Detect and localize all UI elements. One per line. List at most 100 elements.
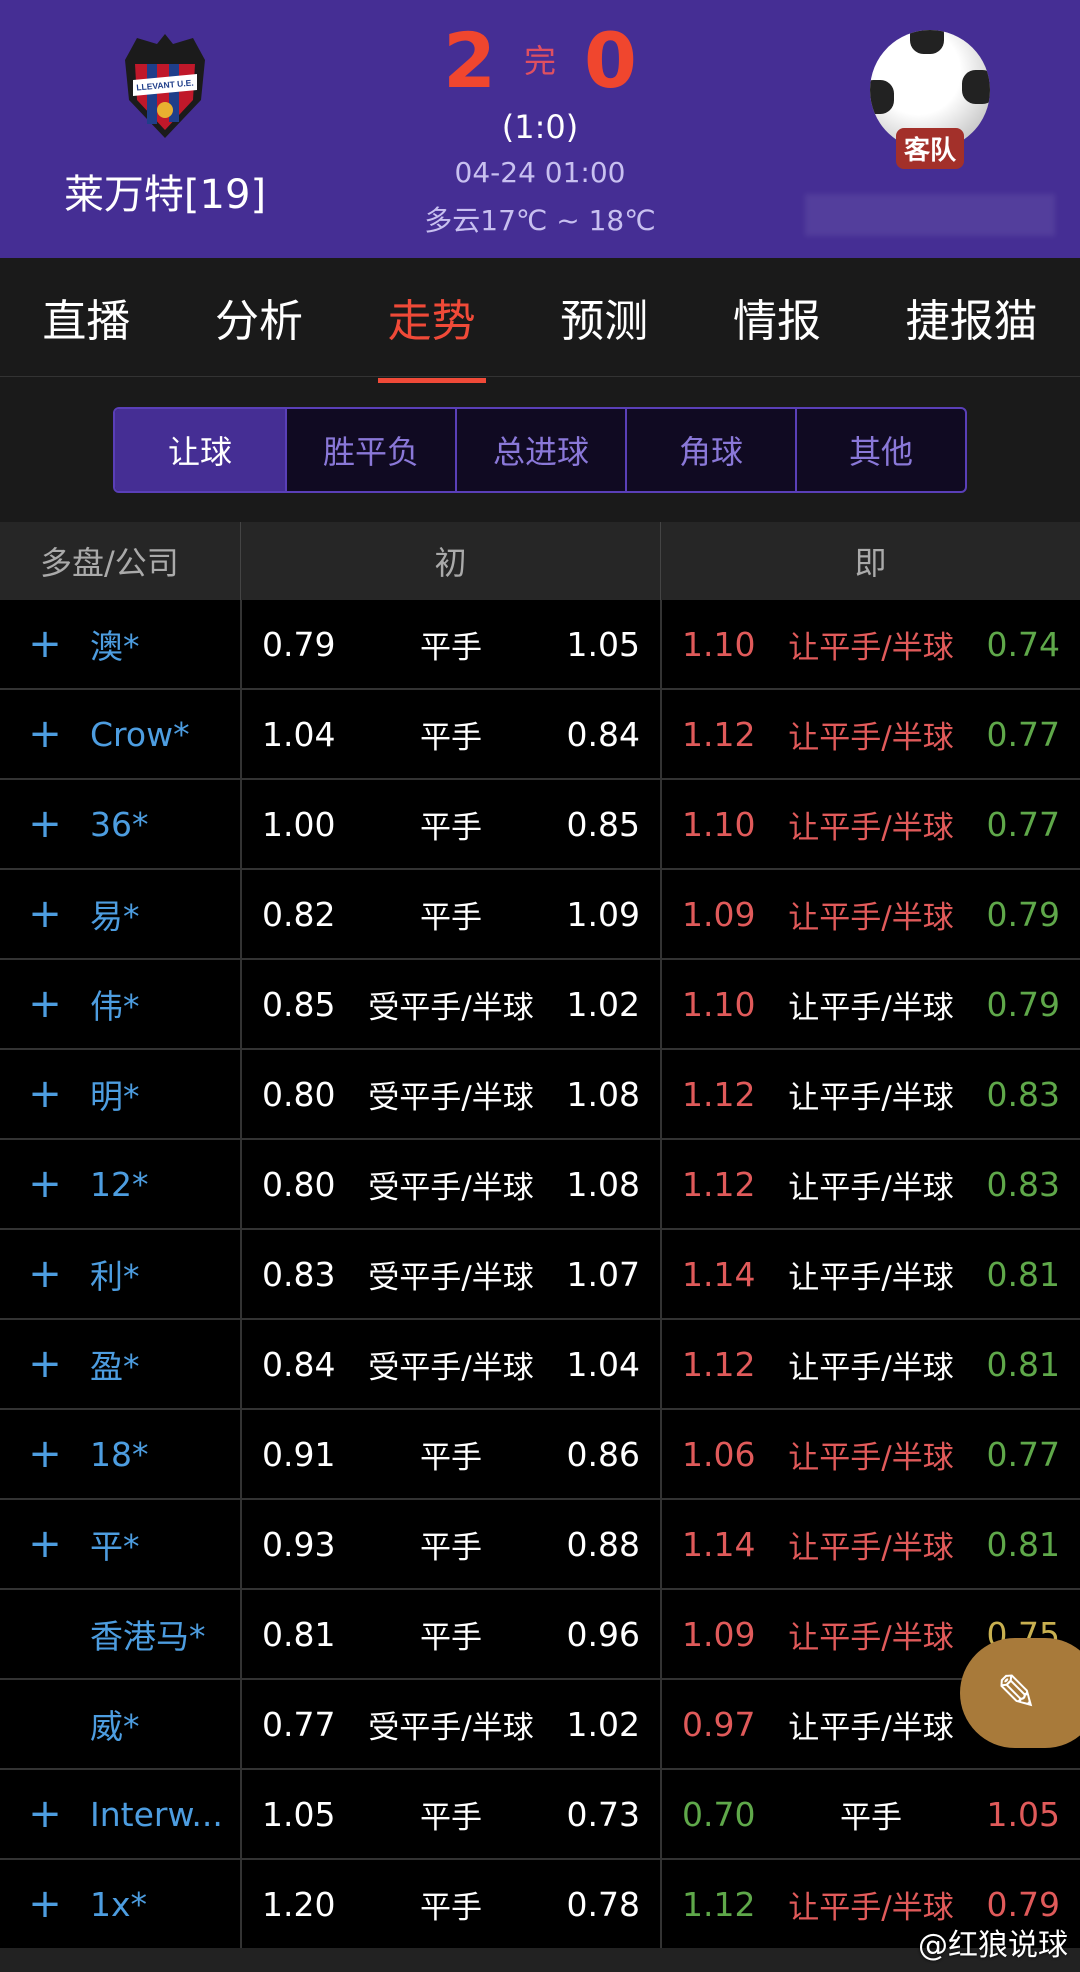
table-row[interactable]: + 平* 0.93 平手 0.88 1.14 让平手/半球 0.81 xyxy=(0,1500,1080,1590)
live-odds: 1.12 让平手/半球 0.83 xyxy=(660,1050,1080,1138)
expand-plus-icon[interactable]: + xyxy=(0,801,90,847)
company-name[interactable]: 伟* xyxy=(90,980,140,1028)
segment-handicap[interactable]: 让球 xyxy=(115,408,285,491)
company-name[interactable]: 36* xyxy=(90,805,149,844)
segment-total-goals[interactable]: 总进球 xyxy=(455,408,625,491)
live-odds: 1.14 让平手/半球 0.81 xyxy=(660,1500,1080,1588)
segment-corners[interactable]: 角球 xyxy=(625,408,795,491)
company-name[interactable]: 易* xyxy=(90,890,140,938)
table-row[interactable]: + 盈* 0.84 受平手/半球 1.04 1.12 让平手/半球 0.81 xyxy=(0,1320,1080,1410)
tab-trend[interactable]: 走势 xyxy=(377,285,486,383)
tab-prediction[interactable]: 预测 xyxy=(550,285,658,349)
live-handicap: 让平手/半球 xyxy=(788,1619,954,1656)
company-name[interactable]: 利* xyxy=(90,1250,140,1298)
expand-plus-icon[interactable]: + xyxy=(0,1521,90,1567)
tab-live[interactable]: 直播 xyxy=(32,285,140,349)
expand-plus-icon[interactable]: + xyxy=(0,621,90,667)
initial-handicap: 平手 xyxy=(420,719,482,756)
company-name[interactable]: Interw... xyxy=(90,1795,223,1834)
header-initial: 初 xyxy=(240,522,660,600)
away-score: 0 xyxy=(584,16,637,105)
expand-plus-icon[interactable]: + xyxy=(0,1071,90,1117)
live-home: 1.12 xyxy=(682,1344,756,1384)
live-odds: 1.12 让平手/半球 0.83 xyxy=(660,1140,1080,1228)
live-away: 0.74 xyxy=(986,624,1060,664)
company-name[interactable]: 12* xyxy=(90,1165,149,1204)
table-row[interactable]: 威* 0.77 受平手/半球 1.02 0.97 让平手/半球 0.68 xyxy=(0,1680,1080,1770)
live-odds: 0.70 平手 1.05 xyxy=(660,1770,1080,1858)
initial-handicap: 平手 xyxy=(420,1439,482,1476)
initial-handicap: 受平手/半球 xyxy=(368,1709,534,1746)
expand-plus-icon[interactable]: + xyxy=(0,981,90,1027)
company-cell: + 利* xyxy=(0,1230,240,1318)
table-row[interactable]: + 36* 1.00 平手 0.85 1.10 让平手/半球 0.77 xyxy=(0,780,1080,870)
company-name[interactable]: 1x* xyxy=(90,1885,147,1924)
expand-plus-icon[interactable]: + xyxy=(0,1881,90,1927)
live-away: 0.81 xyxy=(986,1344,1060,1384)
company-name[interactable]: 平* xyxy=(90,1520,140,1568)
live-home: 1.09 xyxy=(682,1614,756,1654)
initial-away: 1.08 xyxy=(566,1074,640,1114)
initial-away: 1.04 xyxy=(566,1344,640,1384)
tab-intel[interactable]: 情报 xyxy=(723,285,831,349)
live-home: 1.12 xyxy=(682,1074,756,1114)
live-home: 1.14 xyxy=(682,1254,756,1294)
table-row[interactable]: + 18* 0.91 平手 0.86 1.06 让平手/半球 0.77 xyxy=(0,1410,1080,1500)
tab-analysis[interactable]: 分析 xyxy=(205,285,313,349)
expand-plus-icon[interactable]: + xyxy=(0,1251,90,1297)
segment-other[interactable]: 其他 xyxy=(795,408,965,491)
expand-plus-icon[interactable]: + xyxy=(0,1341,90,1387)
live-away: 0.79 xyxy=(986,1884,1060,1924)
table-row[interactable]: + 利* 0.83 受平手/半球 1.07 1.14 让平手/半球 0.81 xyxy=(0,1230,1080,1320)
away-team-name-blurred xyxy=(805,194,1055,236)
header-live: 即 xyxy=(660,522,1080,600)
initial-odds: 0.91 平手 0.86 xyxy=(240,1410,660,1498)
initial-handicap: 平手 xyxy=(420,1889,482,1926)
table-row[interactable]: + Crow* 1.04 平手 0.84 1.12 让平手/半球 0.77 xyxy=(0,690,1080,780)
initial-odds: 0.85 受平手/半球 1.02 xyxy=(240,960,660,1048)
company-cell: + 18* xyxy=(0,1410,240,1498)
table-row[interactable]: + 易* 0.82 平手 1.09 1.09 让平手/半球 0.79 xyxy=(0,870,1080,960)
expand-plus-icon[interactable]: + xyxy=(0,1791,90,1837)
initial-handicap: 平手 xyxy=(420,1529,482,1566)
initial-home: 0.81 xyxy=(262,1614,336,1654)
live-odds: 1.12 让平手/半球 0.77 xyxy=(660,690,1080,778)
company-name[interactable]: 18* xyxy=(90,1435,149,1474)
live-handicap: 让平手/半球 xyxy=(788,809,954,846)
company-cell: + Crow* xyxy=(0,690,240,778)
initial-handicap: 受平手/半球 xyxy=(368,1349,534,1386)
initial-handicap: 受平手/半球 xyxy=(368,1079,534,1116)
initial-away: 0.78 xyxy=(566,1884,640,1924)
table-row[interactable]: + Interw... 1.05 平手 0.73 0.70 平手 1.05 xyxy=(0,1770,1080,1860)
company-cell: + 明* xyxy=(0,1050,240,1138)
company-cell: 威* xyxy=(0,1680,240,1768)
live-home: 0.70 xyxy=(682,1794,756,1834)
company-name[interactable]: 香港马* xyxy=(90,1610,206,1658)
tab-jiebaomao[interactable]: 捷报猫 xyxy=(896,285,1048,349)
company-name[interactable]: 明* xyxy=(90,1070,140,1118)
notes-button[interactable]: ✎ xyxy=(960,1638,1080,1748)
table-row[interactable]: 香港马* 0.81 平手 0.96 1.09 让平手/半球 0.75 xyxy=(0,1590,1080,1680)
table-row[interactable]: + 明* 0.80 受平手/半球 1.08 1.12 让平手/半球 0.83 xyxy=(0,1050,1080,1140)
company-name[interactable]: 澳* xyxy=(90,620,140,668)
table-row[interactable]: + 伟* 0.85 受平手/半球 1.02 1.10 让平手/半球 0.79 xyxy=(0,960,1080,1050)
company-name[interactable]: Crow* xyxy=(90,715,190,754)
initial-away: 1.05 xyxy=(566,624,640,664)
expand-plus-icon[interactable]: + xyxy=(0,711,90,757)
table-row[interactable]: + 澳* 0.79 平手 1.05 1.10 让平手/半球 0.74 xyxy=(0,600,1080,690)
expand-plus-icon[interactable]: + xyxy=(0,1161,90,1207)
initial-away: 1.02 xyxy=(566,1704,640,1744)
segment-1x2[interactable]: 胜平负 xyxy=(285,408,455,491)
initial-odds: 0.84 受平手/半球 1.04 xyxy=(240,1320,660,1408)
table-row[interactable]: + 12* 0.80 受平手/半球 1.08 1.12 让平手/半球 0.83 xyxy=(0,1140,1080,1230)
company-name[interactable]: 盈* xyxy=(90,1340,140,1388)
live-odds: 1.06 让平手/半球 0.77 xyxy=(660,1410,1080,1498)
initial-home: 0.80 xyxy=(262,1164,336,1204)
initial-away: 1.08 xyxy=(566,1164,640,1204)
away-team[interactable]: 客队 xyxy=(800,30,1060,236)
expand-plus-icon[interactable]: + xyxy=(0,891,90,937)
expand-plus-icon[interactable]: + xyxy=(0,1431,90,1477)
table-header: 多盘/公司 初 即 xyxy=(0,522,1080,600)
company-name[interactable]: 威* xyxy=(90,1700,140,1748)
live-away: 0.79 xyxy=(986,894,1060,934)
